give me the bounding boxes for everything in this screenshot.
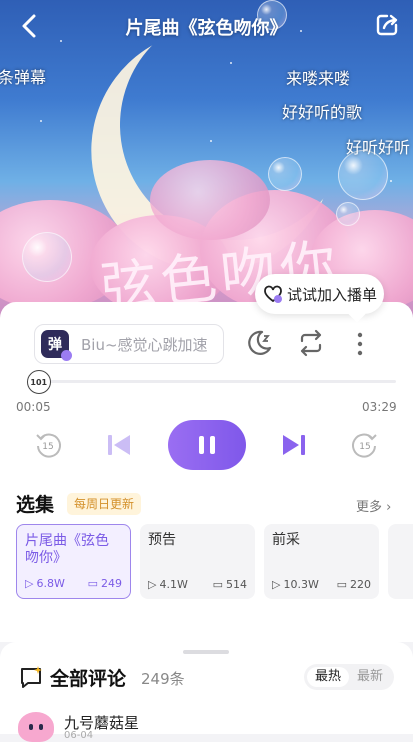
- next-track-icon[interactable]: [279, 430, 309, 460]
- play-count: ▷ 6.8W: [25, 577, 65, 590]
- pause-icon: [199, 436, 204, 454]
- episode-name: 前采: [272, 532, 300, 548]
- sleep-timer-icon[interactable]: [244, 328, 274, 358]
- drag-handle[interactable]: [183, 650, 229, 654]
- progress-track[interactable]: [30, 380, 396, 383]
- current-time: 00:05: [16, 400, 51, 414]
- danmaku-toggle-icon[interactable]: 弹: [41, 330, 72, 361]
- comments-title: 全部评论: [50, 668, 127, 690]
- avatar[interactable]: [18, 712, 54, 742]
- danmaku-comment: 好好听的歌: [282, 103, 363, 122]
- comment-icon: ▭: [212, 578, 223, 591]
- comments-icon: [21, 666, 42, 688]
- episode-card-partial[interactable]: [388, 524, 413, 599]
- comment-count: ▭ 249: [87, 577, 122, 590]
- play-count: ▷ 4.1W: [148, 578, 188, 591]
- comment-icon: ▭: [336, 578, 347, 591]
- danmaku-comment: 条弹幕: [0, 68, 47, 87]
- play-count: ▷ 10.3W: [272, 578, 319, 591]
- play-icon: ▷: [25, 577, 34, 590]
- danmaku-comment: 来喽来喽: [286, 69, 351, 88]
- danmaku-input[interactable]: 弹 Biu~感觉心跳加速: [34, 324, 224, 364]
- episode-name: 片尾曲《弦色吻你》: [25, 533, 109, 566]
- more-episodes-link[interactable]: 更多 ›: [356, 496, 391, 515]
- bubble-decoration: [336, 202, 360, 226]
- bubble-decoration: [22, 232, 72, 282]
- episode-name: 预告: [148, 532, 176, 548]
- comment-sort-toggle: 最热 最新: [304, 664, 394, 690]
- sort-hot-option[interactable]: 最热: [307, 667, 349, 687]
- update-schedule-badge: 每周日更新: [67, 493, 142, 515]
- bubble-decoration: [268, 157, 302, 191]
- share-icon[interactable]: [374, 12, 400, 38]
- episode-card[interactable]: 预告 ▷ 4.1W ▭ 514: [140, 524, 255, 599]
- comment-count: ▭ 220: [336, 578, 371, 591]
- sort-new-option[interactable]: 最新: [349, 667, 391, 687]
- danmaku-input-placeholder: Biu~感觉心跳加速: [81, 335, 208, 354]
- more-options-icon[interactable]: [350, 330, 370, 358]
- episodes-title: 选集: [16, 494, 55, 516]
- comment-count: ▭ 514: [212, 578, 247, 591]
- pause-button[interactable]: [168, 420, 246, 470]
- previous-track-icon[interactable]: [104, 430, 134, 460]
- play-icon: ▷: [272, 578, 281, 591]
- add-to-playlist-tooltip[interactable]: 试试加入播单: [255, 274, 384, 314]
- page-title: 片尾曲《弦色吻你》: [125, 18, 288, 39]
- episode-card[interactable]: 前采 ▷ 10.3W ▭ 220: [264, 524, 379, 599]
- comment-icon: ▭: [87, 577, 98, 590]
- repeat-icon[interactable]: [296, 328, 326, 358]
- rewind-15-icon[interactable]: 15: [33, 430, 63, 460]
- svg-text:15: 15: [359, 442, 370, 452]
- progress-thumb[interactable]: 101: [26, 370, 51, 394]
- comment-meta: 06-04: [64, 730, 94, 741]
- forward-15-icon[interactable]: 15: [350, 430, 380, 460]
- episode-card[interactable]: 片尾曲《弦色吻你》 ▷ 6.8W ▭ 249: [16, 524, 131, 599]
- heart-plus-icon: [264, 285, 282, 303]
- tooltip-label: 试试加入播单: [287, 285, 378, 304]
- comments-count: 249条: [141, 670, 185, 688]
- danmaku-comment: 好听好听: [346, 138, 411, 157]
- play-icon: ▷: [148, 578, 157, 591]
- svg-text:15: 15: [42, 442, 53, 452]
- total-time: 03:29: [362, 400, 397, 414]
